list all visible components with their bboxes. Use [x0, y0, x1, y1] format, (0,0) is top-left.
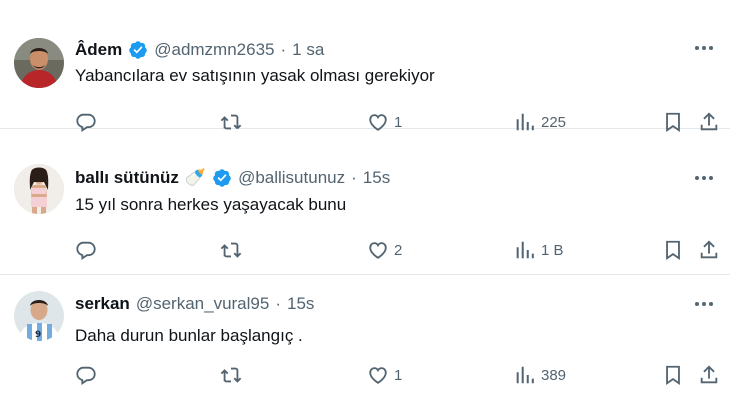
retweet-button[interactable] [220, 236, 242, 264]
reply-button[interactable] [75, 236, 97, 264]
bookmark-icon [666, 240, 680, 260]
separator-dot: · [275, 294, 281, 313]
views-count: 389 [541, 366, 567, 384]
reply-button[interactable] [75, 361, 97, 389]
tweet-2[interactable]: ballı sütünüz 🍼 @ballisutunuz · 15s 15 y… [0, 128, 730, 275]
bookmark-icon [666, 365, 680, 385]
tweet-3[interactable]: 9 serkan @serkan_vural95 · 15s Daha duru… [0, 274, 730, 420]
retweet-button[interactable] [220, 361, 242, 389]
separator-dot: · [351, 168, 357, 187]
share-icon [700, 365, 718, 384]
views-icon [516, 241, 534, 259]
like-button[interactable]: 2 [367, 236, 402, 264]
views-button[interactable]: 389 [514, 361, 566, 389]
more-icon[interactable] [690, 166, 718, 190]
share-button[interactable] [698, 361, 720, 389]
author-name[interactable]: ballı sütünüz [75, 168, 179, 188]
bookmark-button[interactable] [662, 361, 684, 389]
views-count: 1 B [541, 241, 564, 259]
tweet-text: Daha durun bunlar başlangıç . [75, 326, 303, 345]
tweet-time[interactable]: 15s [287, 294, 314, 314]
more-icon[interactable] [690, 292, 718, 316]
tweet-time[interactable]: 15s [363, 168, 390, 188]
tweet-text: Yabancılara ev satışının yasak olması ge… [75, 66, 435, 85]
share-button[interactable] [698, 236, 720, 264]
retweet-icon [220, 242, 242, 258]
views-icon [516, 366, 534, 384]
action-bar: 2 1 B [0, 236, 730, 264]
author-handle[interactable]: @ballisutunuz [238, 168, 345, 188]
avatar-serkan[interactable]: 9 [14, 291, 64, 341]
bookmark-button[interactable] [662, 236, 684, 264]
avatar-adem[interactable] [14, 38, 64, 88]
reply-icon [76, 366, 96, 385]
verified-badge-icon [213, 169, 231, 187]
svg-text:9: 9 [35, 330, 41, 340]
baby-bottle-emoji: 🍼 [184, 168, 207, 187]
like-count: 1 [394, 366, 403, 384]
author-name[interactable]: serkan [75, 294, 130, 314]
tweet-text: 15 yıl sonra herkes yaşayacak bunu [75, 195, 347, 214]
retweet-icon [220, 367, 242, 383]
reply-icon [76, 241, 96, 260]
like-icon [369, 367, 387, 384]
share-icon [700, 240, 718, 259]
more-icon[interactable] [690, 36, 718, 60]
views-button[interactable]: 1 B [514, 236, 564, 264]
tweet-1[interactable]: Âdem @admzmn2635 · 1 sa Yabancılara ev s… [0, 0, 730, 132]
verified-badge-icon [129, 41, 147, 59]
avatar-ballisutunuz[interactable] [14, 164, 64, 214]
author-handle[interactable]: @serkan_vural95 [136, 294, 270, 314]
author-name[interactable]: Âdem [75, 40, 122, 60]
like-icon [369, 242, 387, 259]
like-count: 2 [394, 241, 403, 259]
author-handle[interactable]: @admzmn2635 [154, 40, 274, 60]
action-bar: 1 389 [0, 361, 730, 389]
like-button[interactable]: 1 [367, 361, 402, 389]
tweet-time[interactable]: 1 sa [292, 40, 324, 60]
separator-dot: · [280, 40, 287, 59]
